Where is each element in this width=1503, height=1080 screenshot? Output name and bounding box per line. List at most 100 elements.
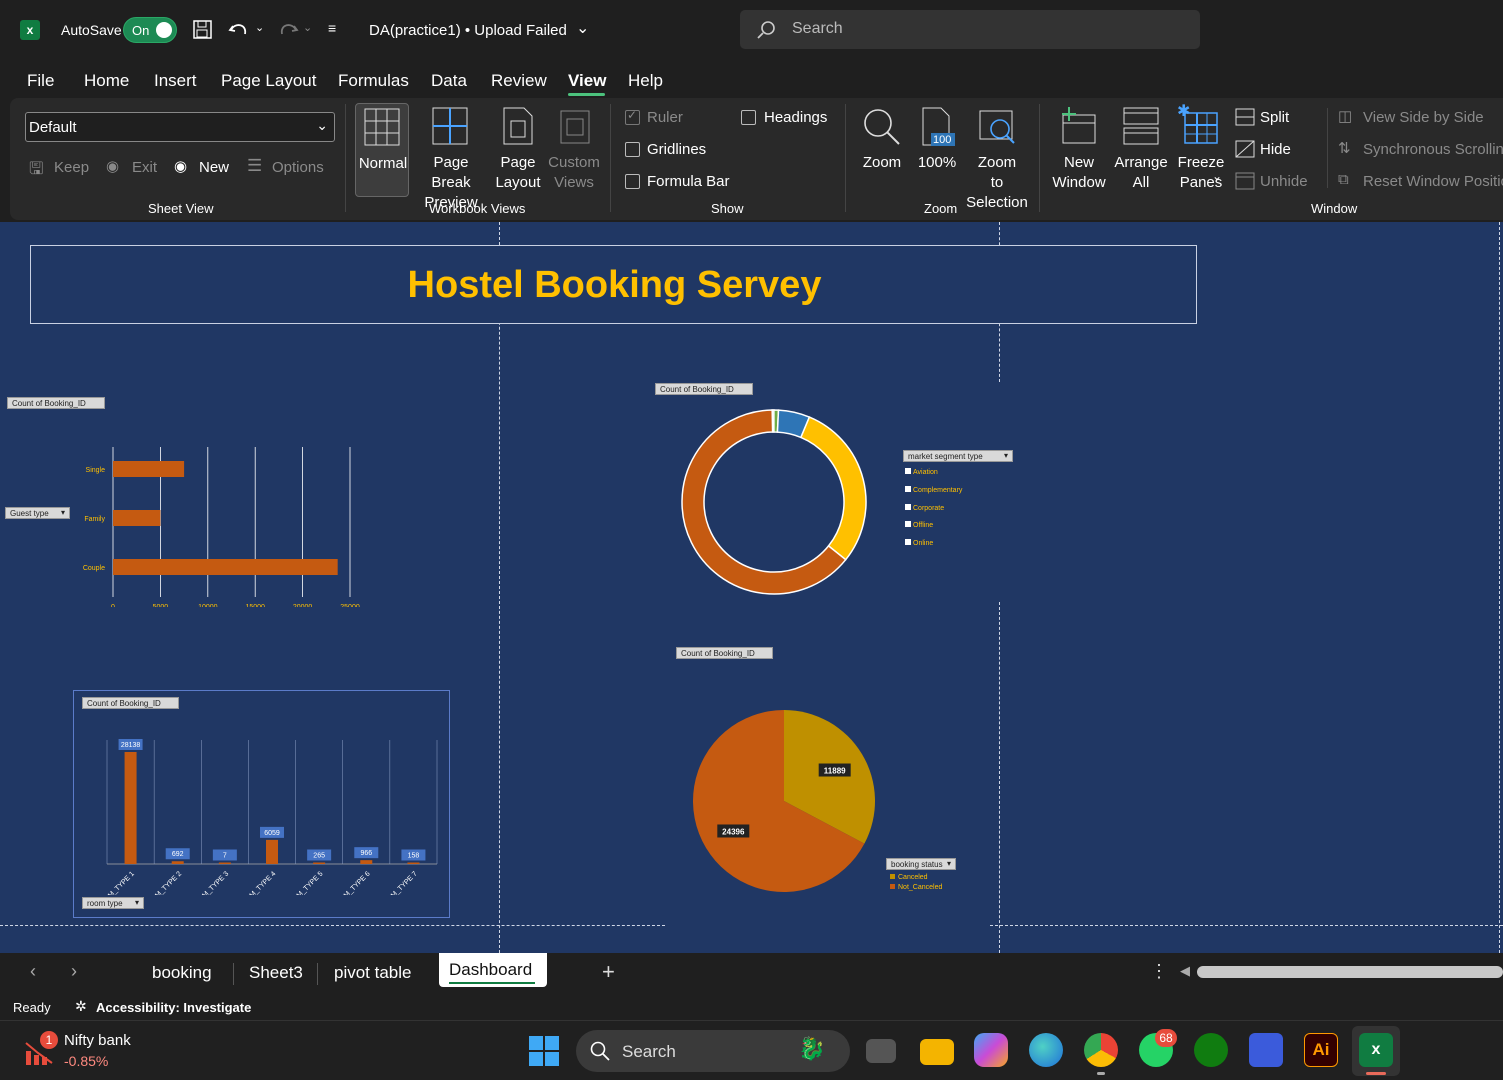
legend-item[interactable]: Not_Canceled xyxy=(890,883,942,893)
chrome-icon[interactable] xyxy=(1084,1033,1118,1067)
field-button-count[interactable]: Count of Booking_ID xyxy=(7,397,105,409)
menu-view[interactable]: View xyxy=(568,71,606,91)
horizontal-scrollbar[interactable] xyxy=(1197,966,1503,978)
search-box[interactable]: Search xyxy=(740,10,1200,49)
options-button[interactable]: Options xyxy=(272,159,324,176)
copilot-icon[interactable] xyxy=(974,1033,1008,1067)
menu-formulas[interactable]: Formulas xyxy=(338,71,409,91)
exit-button[interactable]: Exit xyxy=(132,159,157,176)
redo-dropdown-icon[interactable]: ⌄ xyxy=(303,21,312,34)
hide-icon xyxy=(1235,140,1255,158)
tab-dashboard[interactable]: Dashboard xyxy=(439,953,547,987)
undo-icon[interactable] xyxy=(227,18,251,42)
data-label: 7 xyxy=(223,853,227,860)
market-segment-filter[interactable]: market segment type ▾ xyxy=(903,450,1013,462)
excel-taskbar-icon[interactable]: x xyxy=(1359,1033,1393,1067)
title-dropdown-icon[interactable]: ⌄ xyxy=(576,18,589,38)
ruler-checkbox[interactable]: ✓ xyxy=(625,108,640,125)
document-title[interactable]: DA(practice1) • Upload Failed xyxy=(369,22,567,39)
page-break-preview-button[interactable]: Page Break Preview xyxy=(412,103,490,211)
room-type-filter[interactable]: room type ▾ xyxy=(82,897,144,909)
view-side-by-side-button[interactable]: View Side by Side xyxy=(1363,109,1484,126)
room-type-bar-chart[interactable]: 28138 ROOM_TYPE 1 692 ROOM_TYPE 2 7 ROOM_TYPE… xyxy=(74,710,448,895)
tab-scroll-left-icon[interactable]: ‹ xyxy=(30,961,36,982)
legend-item[interactable]: Canceled xyxy=(890,873,942,883)
menu-home[interactable]: Home xyxy=(84,71,129,91)
unhide-button[interactable]: Unhide xyxy=(1260,173,1308,190)
accessibility-status[interactable]: Accessibility: Investigate xyxy=(96,1000,251,1015)
magnifier-icon xyxy=(864,109,900,145)
field-button-count[interactable]: Count of Booking_ID xyxy=(676,647,773,659)
sync-scrolling-button[interactable]: Synchronous Scrolling xyxy=(1363,141,1503,158)
custom-views-button[interactable]: Custom Views xyxy=(545,103,603,197)
field-button-count[interactable]: Count of Booking_ID xyxy=(82,697,179,709)
search-highlight-icon: 🐉 xyxy=(798,1036,826,1061)
autosave-toggle[interactable]: On xyxy=(123,17,177,43)
page-break-line xyxy=(1499,222,1500,953)
x-tick-label: 5000 xyxy=(153,604,169,607)
zoom-selection-button[interactable]: Zoom to Selection xyxy=(964,103,1030,211)
tab-sheet3[interactable]: Sheet3 xyxy=(249,963,303,983)
scroll-left-arrow-icon[interactable]: ◀ xyxy=(1180,963,1190,979)
legend-item[interactable]: Offline xyxy=(905,520,962,538)
file-explorer-icon[interactable] xyxy=(920,1039,954,1065)
sheet-view-select[interactable]: Default ⌄ xyxy=(25,112,335,142)
market-segment-donut-chart[interactable] xyxy=(674,402,874,602)
ai-app-icon[interactable] xyxy=(1249,1033,1283,1067)
normal-view-button[interactable]: Normal xyxy=(355,103,409,197)
tab-pivot-table[interactable]: pivot table xyxy=(334,963,412,983)
edge-icon[interactable] xyxy=(1029,1033,1063,1067)
hide-button[interactable]: Hide xyxy=(1260,141,1291,158)
guest-type-bar-chart[interactable]: 0 5000 10000 15000 20000 25000 Single Family Cou… xyxy=(60,417,380,607)
field-button-count[interactable]: Count of Booking_ID xyxy=(655,383,753,395)
menu-page-layout[interactable]: Page Layout xyxy=(221,71,316,91)
zoom-button[interactable]: Zoom xyxy=(856,103,908,197)
headings-checkbox[interactable] xyxy=(741,110,756,125)
task-view-icon[interactable] xyxy=(866,1039,896,1063)
illustrator-icon[interactable]: Ai xyxy=(1304,1033,1338,1067)
customize-toolbar-icon[interactable]: ≡ xyxy=(328,20,336,36)
legend-item[interactable]: Complementary xyxy=(905,485,962,503)
page-layout-button[interactable]: Page Layout xyxy=(493,103,543,197)
redo-icon[interactable] xyxy=(276,18,300,42)
new-view-button[interactable]: New xyxy=(199,159,229,176)
booking-status-pie-chart[interactable]: 11889 24396 xyxy=(684,701,884,901)
arrange-all-button[interactable]: Arrange All xyxy=(1112,103,1170,197)
booking-status-filter[interactable]: booking status ▾ xyxy=(886,858,956,870)
bar xyxy=(407,862,420,864)
legend-item[interactable]: Corporate xyxy=(905,503,962,521)
keep-icon: 🖫 xyxy=(29,159,44,178)
split-button[interactable]: Split xyxy=(1260,109,1289,126)
more-options-icon[interactable]: ⋮ xyxy=(1150,961,1168,982)
save-icon[interactable] xyxy=(192,19,214,41)
new-window-button[interactable]: New Window xyxy=(1048,103,1110,197)
menu-file[interactable]: File xyxy=(27,71,54,91)
zoom-100-button[interactable]: 100 100% xyxy=(912,103,962,197)
legend-item[interactable]: Aviation xyxy=(905,467,962,485)
taskbar-search[interactable]: Search 🐉 xyxy=(576,1030,850,1072)
formula-bar-checkbox[interactable] xyxy=(625,174,640,189)
menu-data[interactable]: Data xyxy=(431,71,467,91)
chrome-active-dot xyxy=(1097,1072,1105,1075)
freeze-dropdown-icon[interactable]: ⌄ xyxy=(1212,169,1222,183)
undo-dropdown-icon[interactable]: ⌄ xyxy=(255,21,264,34)
data-label: 28138 xyxy=(121,742,141,749)
tab-booking[interactable]: booking xyxy=(152,963,212,983)
dashboard-title-box[interactable]: Hostel Booking Servey xyxy=(30,245,1197,324)
menu-insert[interactable]: Insert xyxy=(154,71,197,91)
page-break-line xyxy=(499,222,500,953)
legend-item[interactable]: Online xyxy=(905,538,962,556)
keep-button[interactable]: Keep xyxy=(54,159,89,176)
menu-review[interactable]: Review xyxy=(491,71,547,91)
tab-scroll-right-icon[interactable]: › xyxy=(71,961,77,982)
dashboard-sheet[interactable]: Hostel Booking Servey Count of Booking_I… xyxy=(0,222,1503,953)
windows-start-icon[interactable] xyxy=(529,1036,559,1066)
search-icon xyxy=(590,1041,610,1061)
data-label: 966 xyxy=(360,850,372,857)
xbox-icon[interactable] xyxy=(1194,1033,1228,1067)
gridlines-checkbox[interactable] xyxy=(625,142,640,157)
reset-window-button[interactable]: Reset Window Positio xyxy=(1363,173,1503,190)
menu-help[interactable]: Help xyxy=(628,71,663,91)
widget-title[interactable]: Nifty bank xyxy=(64,1032,131,1049)
add-sheet-icon[interactable]: + xyxy=(602,959,615,985)
